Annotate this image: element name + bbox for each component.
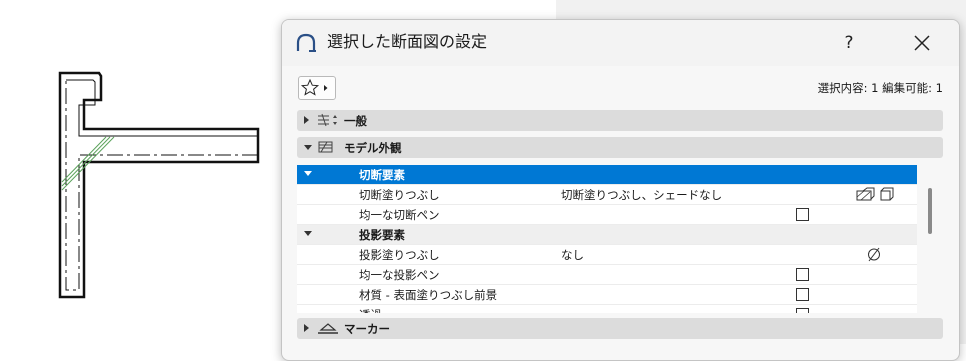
expand-arrow-icon — [304, 116, 309, 124]
favorites-button[interactable] — [298, 76, 336, 100]
uniform-cut-pen-checkbox[interactable] — [796, 208, 809, 221]
collapse-arrow-icon — [304, 171, 312, 176]
property-row-surface-fill-foreground[interactable]: 材質 - 表面塗りつぶし前景 — [297, 285, 917, 305]
collapse-arrow-icon — [304, 145, 312, 150]
uniform-projected-pen-checkbox[interactable] — [796, 268, 809, 281]
row-label: 透過 — [359, 307, 382, 313]
star-icon — [300, 78, 328, 96]
projected-fill-value[interactable]: なし — [561, 247, 584, 263]
help-button[interactable]: ? — [834, 30, 864, 56]
transparency-checkbox[interactable] — [796, 308, 809, 313]
property-row-uniform-cut-pen[interactable]: 均一な切断ペン — [297, 205, 917, 225]
section-model-appearance[interactable]: モデル外観 — [297, 137, 943, 158]
marker-icon — [318, 323, 338, 334]
section-settings-dialog: 選択した断面図の設定 ? 選択内容: 1 編集可能: 1 一般 モデル外観 切断… — [281, 19, 960, 361]
row-label: 切断塗りつぶし — [359, 188, 440, 202]
dialog-titlebar[interactable]: 選択した断面図の設定 ? — [282, 20, 959, 66]
dialog-title: 選択した断面図の設定 — [327, 32, 488, 51]
row-label: 均一な切断ペン — [359, 208, 440, 222]
section-label: 一般 — [344, 114, 367, 128]
section-label: モデル外観 — [344, 141, 402, 155]
section-drawing — [58, 71, 260, 299]
group-row-cut-elements[interactable]: 切断要素 — [297, 165, 917, 185]
property-row-uniform-projected-pen[interactable]: 均一な投影ペン — [297, 265, 917, 285]
surface-fill-foreground-checkbox[interactable] — [796, 288, 809, 301]
expand-arrow-icon — [304, 324, 309, 332]
property-list: 切断要素 切断塗りつぶし 切断塗りつぶし、シェードなし 均一な切断ペン 投影要素… — [297, 165, 917, 313]
row-label: 投影要素 — [359, 228, 405, 242]
section-general[interactable]: 一般 — [297, 110, 943, 131]
section-outline — [58, 71, 260, 299]
scrollbar-thumb[interactable] — [928, 188, 932, 234]
property-row-transparency[interactable]: 透過 — [297, 305, 917, 313]
section-tool-icon — [296, 33, 316, 52]
inner-line-top — [66, 79, 258, 137]
model-appearance-icon — [318, 141, 333, 153]
collapse-arrow-icon — [304, 231, 312, 236]
row-label: 切断要素 — [359, 168, 405, 182]
fill-style-icons[interactable] — [855, 187, 895, 202]
section-marker[interactable]: マーカー — [297, 318, 943, 339]
general-settings-icon — [318, 113, 337, 127]
row-label: 投影塗りつぶし — [359, 248, 440, 262]
close-icon — [914, 35, 930, 51]
selection-status: 選択内容: 1 編集可能: 1 — [817, 81, 943, 95]
property-row-cut-fill[interactable]: 切断塗りつぶし 切断塗りつぶし、シェードなし — [297, 185, 917, 205]
row-label: 均一な投影ペン — [359, 268, 440, 282]
row-label: 材質 - 表面塗りつぶし前景 — [359, 288, 498, 302]
close-button[interactable] — [904, 29, 940, 57]
property-row-projected-fill[interactable]: 投影塗りつぶし なし — [297, 245, 917, 265]
group-row-projected-elements[interactable]: 投影要素 — [297, 225, 917, 245]
empty-set-icon[interactable] — [866, 247, 882, 262]
inner-line-dashed — [65, 80, 258, 291]
section-label: マーカー — [344, 322, 390, 336]
cut-fill-value[interactable]: 切断塗りつぶし、シェードなし — [561, 187, 722, 203]
